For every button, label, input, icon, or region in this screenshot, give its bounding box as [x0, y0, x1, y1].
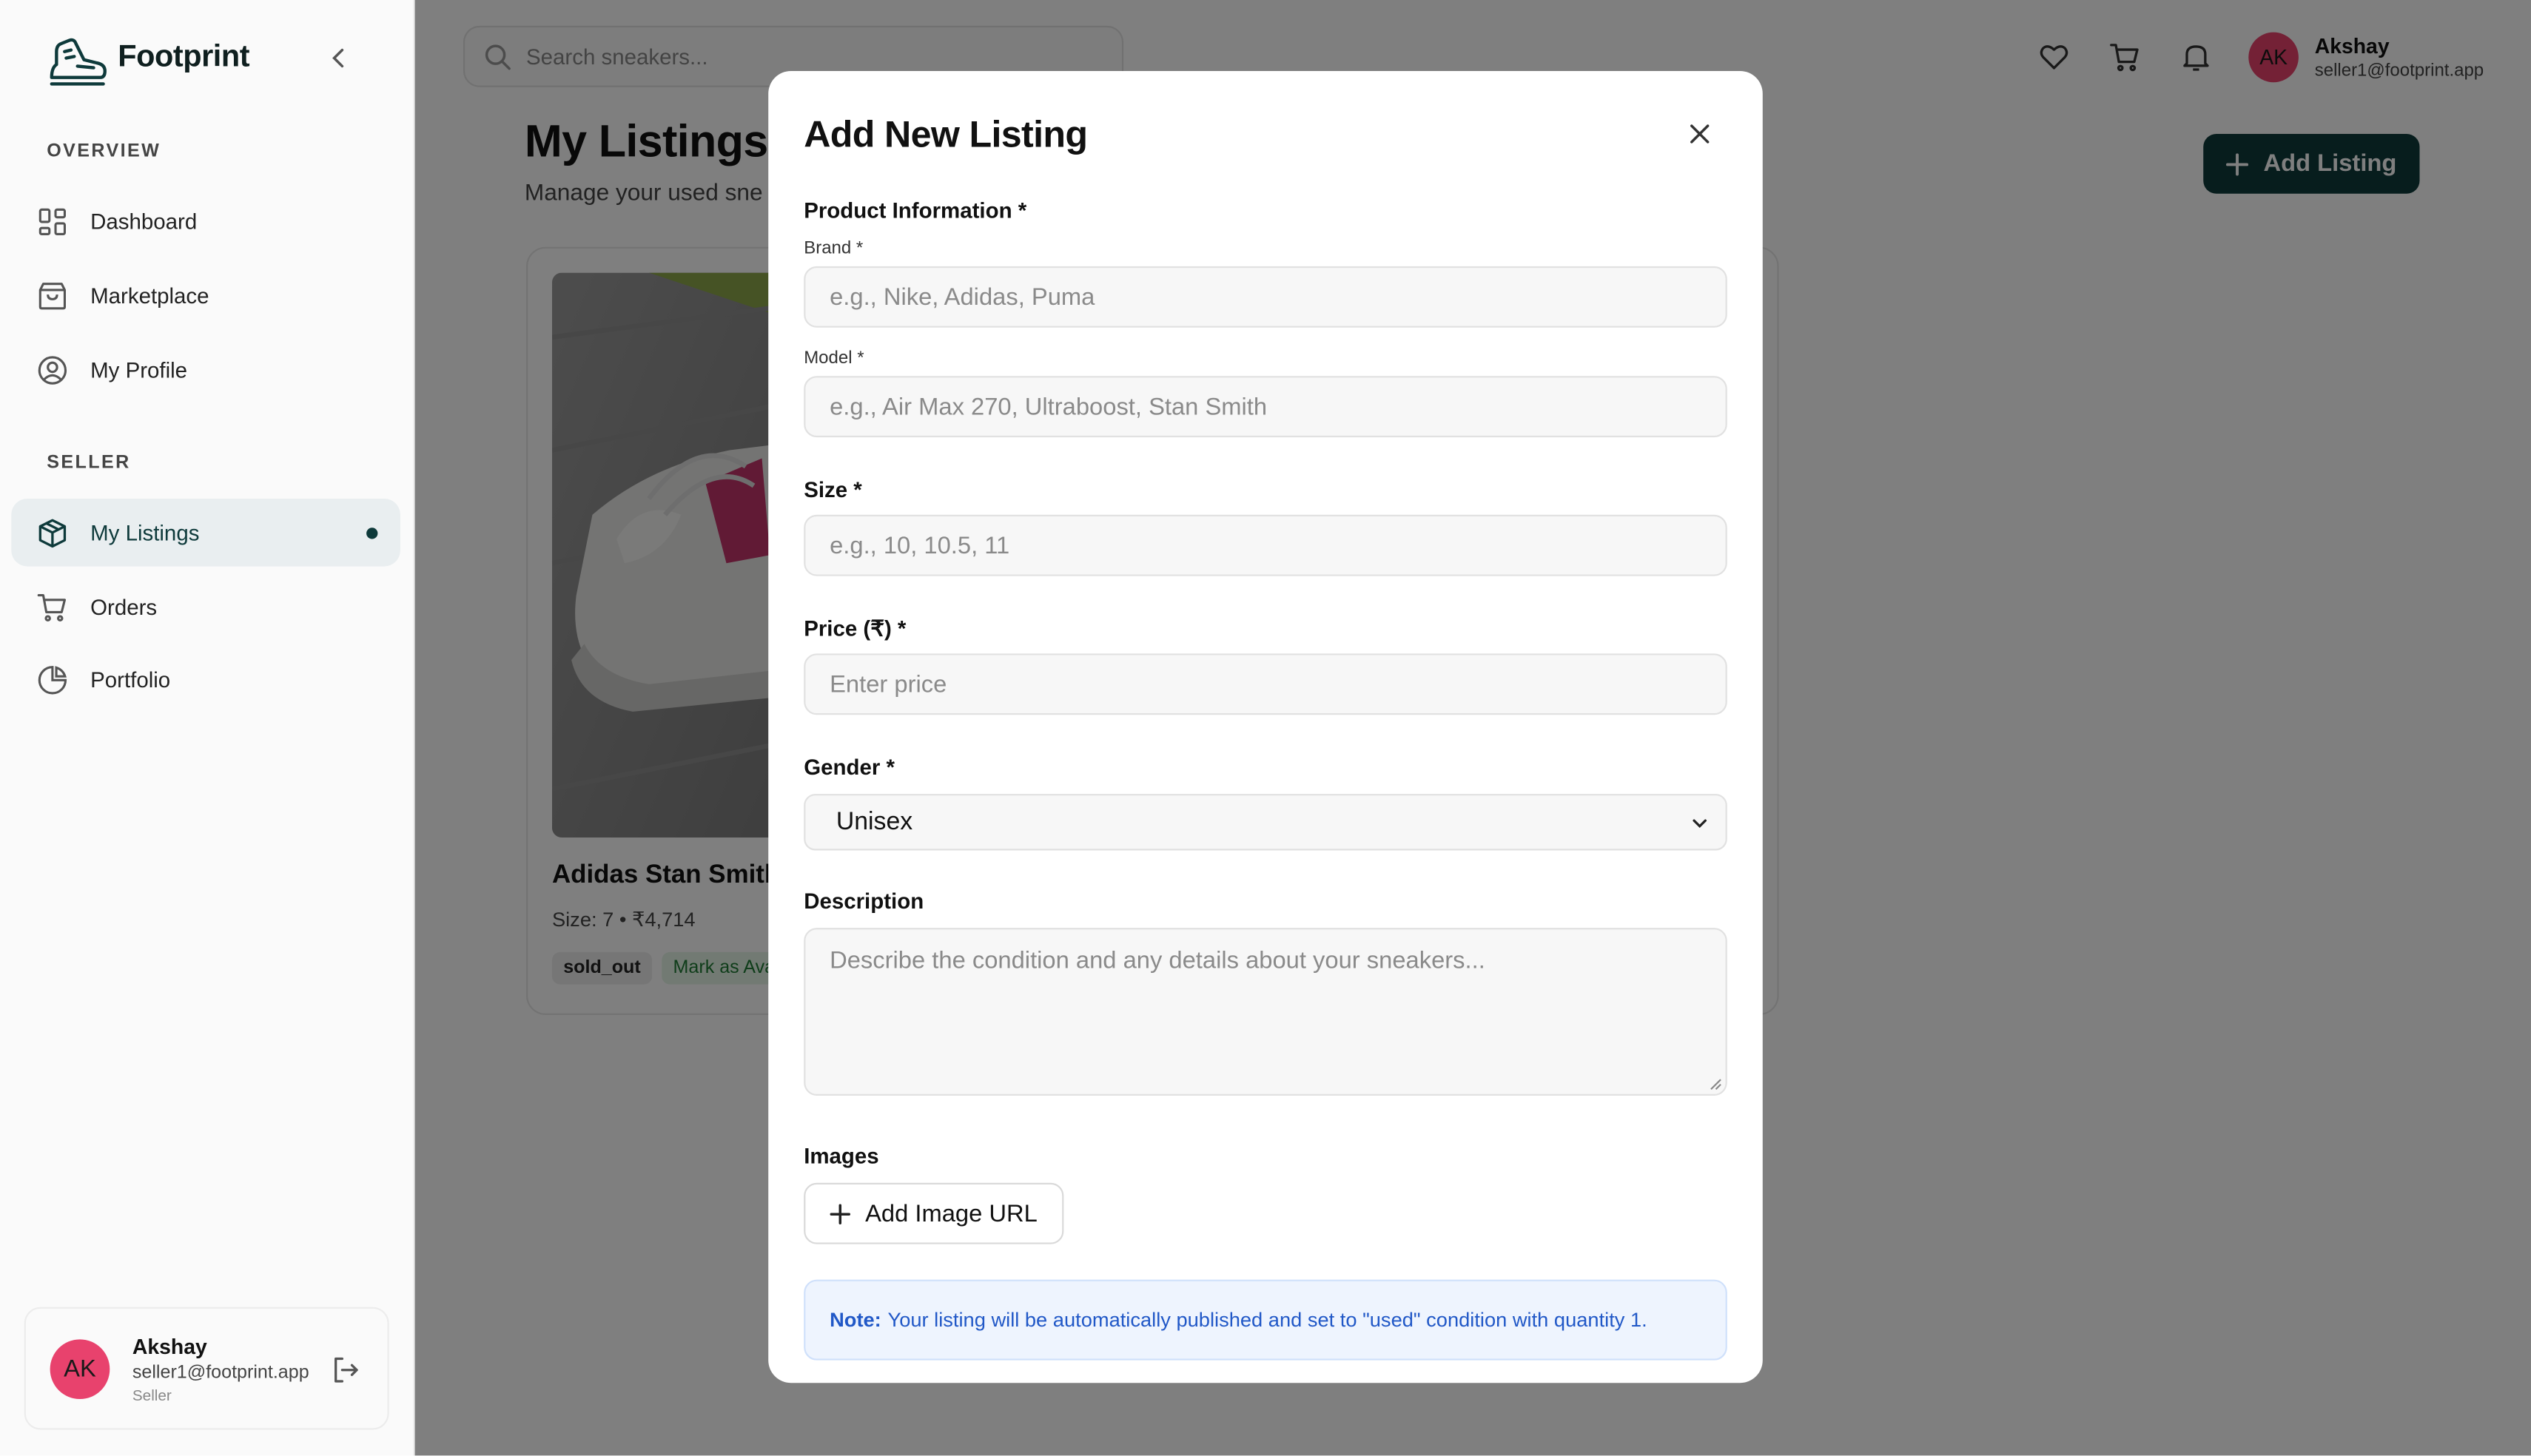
model-placeholder: e.g., Air Max 270, Ultraboost, Stan Smit… — [830, 393, 1268, 421]
app-name: Footprint — [118, 40, 250, 75]
add-listing-modal: Add New Listing Product Information * Br… — [768, 70, 1763, 1383]
sidebar: Footprint OVERVIEW Dashboard Marketplace… — [0, 0, 415, 1456]
sidebar-item-label: Dashboard — [90, 209, 198, 234]
active-indicator-dot — [366, 528, 378, 539]
pie-chart-icon — [37, 664, 67, 695]
sidebar-item-label: My Profile — [90, 357, 188, 382]
gender-selected-value: Unisex — [836, 807, 913, 835]
chevron-down-icon — [1690, 812, 1710, 832]
sidebar-item-orders[interactable]: Orders — [11, 573, 400, 641]
close-icon[interactable] — [1685, 119, 1714, 148]
dashboard-grid-icon — [37, 206, 67, 236]
user-email: seller1@footprint.app — [132, 1364, 309, 1383]
brand-label: Brand * — [804, 238, 864, 258]
cart-icon — [37, 591, 67, 621]
description-placeholder: Describe the condition and any details a… — [830, 947, 1485, 975]
images-label: Images — [804, 1144, 879, 1169]
sidebar-item-label: Orders — [90, 594, 158, 619]
footprint-logo-icon — [45, 29, 110, 87]
gender-select[interactable]: Unisex — [804, 794, 1727, 851]
modal-title: Add New Listing — [804, 112, 1088, 155]
sidebar-item-marketplace[interactable]: Marketplace — [11, 261, 400, 329]
sidebar-item-dashboard[interactable]: Dashboard — [11, 187, 400, 255]
sidebar-item-my-listings[interactable]: My Listings — [11, 498, 400, 567]
brand-placeholder: e.g., Nike, Adidas, Puma — [830, 283, 1095, 311]
sidebar-user-card: AK Akshay seller1@footprint.app Seller — [24, 1307, 389, 1430]
add-image-url-label: Add Image URL — [865, 1199, 1038, 1227]
description-label: Description — [804, 889, 924, 914]
product-information-heading: Product Information * — [804, 198, 1027, 223]
sidebar-item-my-profile[interactable]: My Profile — [11, 336, 400, 404]
gender-label: Gender * — [804, 755, 895, 780]
collapse-sidebar-icon[interactable] — [324, 44, 353, 73]
size-placeholder: e.g., 10, 10.5, 11 — [830, 531, 1010, 559]
add-image-url-button[interactable]: Add Image URL — [804, 1182, 1063, 1244]
section-title-seller: SELLER — [47, 453, 131, 473]
plus-icon — [830, 1203, 851, 1224]
price-label: Price (₹) * — [804, 616, 907, 641]
size-input[interactable]: e.g., 10, 10.5, 11 — [804, 514, 1727, 576]
user-name: Akshay — [132, 1334, 207, 1359]
info-note: Note: Your listing will be automatically… — [804, 1279, 1727, 1361]
size-label: Size * — [804, 477, 862, 502]
note-prefix: Note: — [830, 1308, 881, 1332]
shopping-bag-icon — [37, 280, 67, 310]
note-text: Your listing will be automatically publi… — [887, 1308, 1647, 1332]
brand-input[interactable]: e.g., Nike, Adidas, Puma — [804, 266, 1727, 328]
description-textarea[interactable]: Describe the condition and any details a… — [804, 928, 1727, 1096]
model-input[interactable]: e.g., Air Max 270, Ultraboost, Stan Smit… — [804, 376, 1727, 438]
price-placeholder: Enter price — [830, 670, 947, 698]
model-label: Model * — [804, 348, 864, 368]
sidebar-item-label: Marketplace — [90, 283, 209, 308]
logout-icon[interactable] — [331, 1355, 360, 1384]
user-circle-icon — [37, 354, 67, 385]
avatar: AK — [50, 1339, 110, 1400]
section-title-overview: OVERVIEW — [47, 141, 161, 162]
sidebar-item-label: My Listings — [90, 520, 200, 545]
sidebar-item-portfolio[interactable]: Portfolio — [11, 645, 400, 713]
user-role: Seller — [132, 1387, 172, 1406]
resize-handle-icon[interactable] — [1710, 1078, 1722, 1091]
sidebar-item-label: Portfolio — [90, 667, 171, 692]
price-input[interactable]: Enter price — [804, 653, 1727, 715]
package-icon — [37, 517, 67, 547]
